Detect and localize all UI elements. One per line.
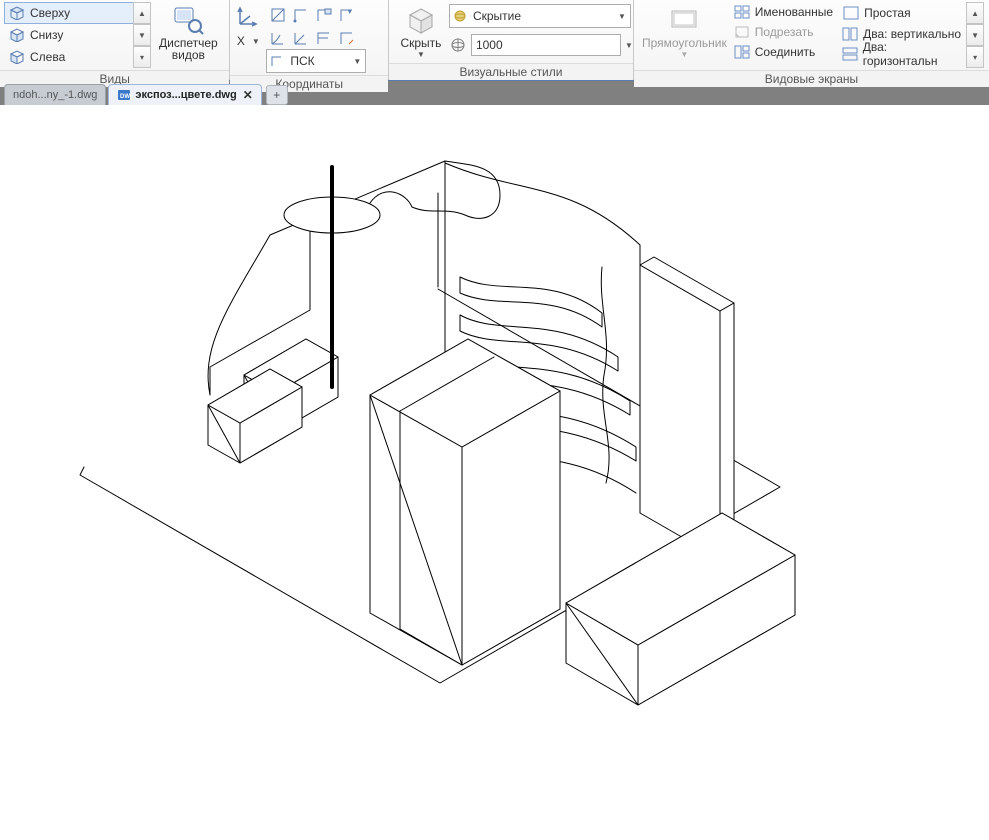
coord-tool-7[interactable] bbox=[312, 26, 336, 50]
hide-label: Скрыть bbox=[400, 37, 441, 49]
vp-scroll-menu[interactable]: ▾ bbox=[966, 46, 984, 68]
views-scroll-up[interactable]: ▲ bbox=[133, 2, 151, 24]
view-manager-icon bbox=[171, 3, 205, 37]
join-viewports[interactable]: Соединить bbox=[731, 42, 835, 62]
view-manager-label2: видов bbox=[172, 49, 205, 61]
coord-tool-2[interactable] bbox=[289, 3, 313, 27]
view-item-bottom[interactable]: Снизу bbox=[4, 24, 134, 46]
views-scroll-menu[interactable]: ▾ bbox=[133, 46, 151, 68]
view-manager-button[interactable]: Диспетчер видов bbox=[155, 2, 222, 61]
vp2h-icon bbox=[841, 46, 859, 62]
chevron-down-icon: ▼ bbox=[615, 12, 629, 21]
grid4-icon bbox=[733, 4, 751, 20]
cube-top-icon bbox=[8, 6, 26, 20]
tab-close-button[interactable]: ✕ bbox=[243, 88, 253, 102]
coord-tool-grid: ▾ bbox=[266, 2, 366, 48]
ucs-combo-icon bbox=[268, 54, 286, 68]
named-viewports[interactable]: Именованные bbox=[731, 2, 835, 22]
vp-scroll-down[interactable]: ▼ bbox=[966, 24, 984, 46]
coord-tool-6[interactable] bbox=[289, 26, 313, 50]
document-tab-active[interactable]: DWG экспоз...цвете.dwg ✕ bbox=[108, 84, 261, 105]
svg-text:DWG: DWG bbox=[120, 94, 131, 100]
ucs-combo-text: ПСК bbox=[286, 54, 350, 68]
document-tab-inactive[interactable]: ndoh...ny_-1.dwg bbox=[4, 84, 106, 105]
ucs-icon[interactable] bbox=[234, 2, 262, 30]
ribbon: Сверху Снизу Слева ▲ ▼ ▾ bbox=[0, 0, 989, 80]
view-item-top[interactable]: Сверху bbox=[4, 2, 134, 24]
view-item-left[interactable]: Слева bbox=[4, 46, 134, 68]
sphere-wire-icon[interactable] bbox=[449, 37, 467, 53]
ucs-combo[interactable]: ПСК ▼ bbox=[266, 49, 366, 73]
panel-label-visual: Визуальные стили bbox=[389, 63, 633, 80]
chevron-down-icon: ▼ bbox=[350, 57, 364, 66]
x-axis-label[interactable]: X bbox=[237, 34, 245, 48]
rectangle-icon bbox=[667, 3, 701, 37]
new-tab-button[interactable]: + bbox=[266, 85, 288, 105]
chevron-down-icon: ▼ bbox=[417, 49, 425, 61]
view-item-label: Слева bbox=[30, 50, 65, 64]
svg-text:▾: ▾ bbox=[348, 9, 352, 16]
isometric-drawing bbox=[0, 105, 989, 840]
vp-config-2h[interactable]: Два: горизонтальн bbox=[839, 44, 965, 64]
visual-style-text: Скрытие bbox=[469, 9, 615, 23]
panel-views: Сверху Снизу Слева ▲ ▼ ▾ bbox=[0, 0, 230, 79]
dwg-file-icon: DWG bbox=[117, 88, 131, 102]
rect-label: Прямоугольник bbox=[642, 37, 727, 49]
chevron-down-icon[interactable]: ▼ bbox=[625, 41, 633, 50]
scale-input[interactable] bbox=[471, 34, 621, 56]
hide-button[interactable]: Скрыть ▼ bbox=[393, 2, 449, 61]
vp-scroll-up[interactable]: ▲ bbox=[966, 2, 984, 24]
vp-config-simple[interactable]: Простая bbox=[839, 2, 967, 24]
panel-label-viewports: Видовые экраны bbox=[634, 70, 989, 87]
clip-icon bbox=[733, 24, 751, 40]
visual-style-combo[interactable]: Скрытие ▼ bbox=[449, 4, 631, 28]
clip-viewport[interactable]: Подрезать bbox=[731, 22, 835, 42]
chevron-down-icon: ▼ bbox=[252, 37, 260, 46]
join-icon bbox=[733, 44, 751, 60]
rectangle-viewport-button[interactable]: Прямоугольник ▼ bbox=[638, 2, 731, 61]
coord-tool-1[interactable] bbox=[266, 3, 290, 27]
panel-coords: X ▼ ▾ ПСК ▼ bbox=[230, 0, 389, 79]
vp2v-icon bbox=[841, 26, 859, 42]
vp1-icon bbox=[842, 5, 860, 21]
sphere-icon bbox=[451, 9, 469, 23]
cube-left-icon bbox=[8, 50, 26, 64]
panel-visual: Скрыть ▼ Скрытие ▼ ▼ Визуальные стили bbox=[389, 0, 634, 79]
coord-tool-8[interactable] bbox=[335, 26, 359, 50]
coord-tool-4[interactable]: ▾ bbox=[335, 3, 359, 27]
view-item-label: Снизу bbox=[30, 28, 63, 42]
hide-icon bbox=[404, 3, 438, 37]
chevron-down-icon: ▼ bbox=[680, 49, 688, 61]
views-scroll-down[interactable]: ▼ bbox=[133, 24, 151, 46]
drawing-viewport[interactable] bbox=[0, 105, 989, 840]
coord-tool-3[interactable] bbox=[312, 3, 336, 27]
coord-tool-5[interactable] bbox=[266, 26, 290, 50]
panel-viewports: Прямоугольник ▼ Именованные Подрезать Со… bbox=[634, 0, 989, 79]
view-item-label: Сверху bbox=[30, 6, 70, 20]
cube-bottom-icon bbox=[8, 28, 26, 42]
